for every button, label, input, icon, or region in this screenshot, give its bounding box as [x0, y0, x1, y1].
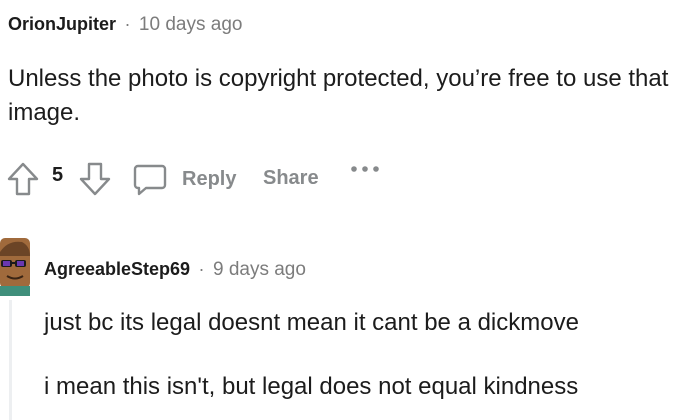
- meta-separator: ·: [198, 259, 205, 279]
- share-button[interactable]: Share: [263, 167, 319, 190]
- comment-1-meta: OrionJupiter · 10 days ago: [8, 14, 242, 36]
- vote-count: 5: [52, 164, 64, 186]
- share-label: Share: [263, 167, 319, 189]
- comment-author[interactable]: AgreeableStep69: [44, 259, 190, 279]
- comment-1-actions: 5 Reply Share: [6, 158, 406, 200]
- comment-timestamp[interactable]: 10 days ago: [139, 14, 243, 35]
- comment-author[interactable]: OrionJupiter: [8, 14, 116, 34]
- meta-separator: ·: [124, 14, 131, 34]
- comment-icon: [132, 161, 168, 197]
- downvote-icon[interactable]: [78, 161, 112, 197]
- comment-2-line-1: just bc its legal doesnt mean it cant be…: [44, 309, 579, 336]
- comment-2-line-2: i mean this isn't, but legal does not eq…: [44, 373, 579, 400]
- upvote-icon[interactable]: [6, 161, 40, 197]
- comment-2-meta: AgreeableStep69 · 9 days ago: [44, 259, 306, 281]
- thread-line[interactable]: [9, 300, 12, 420]
- comment-1-body: Unless the photo is copyright protected,…: [8, 65, 669, 126]
- more-icon: [350, 162, 380, 176]
- avatar-icon[interactable]: [0, 238, 30, 296]
- reply-label: Reply: [182, 167, 237, 190]
- more-options-button[interactable]: [350, 162, 380, 176]
- reply-button[interactable]: Reply: [132, 161, 236, 197]
- comment-timestamp[interactable]: 9 days ago: [213, 259, 306, 280]
